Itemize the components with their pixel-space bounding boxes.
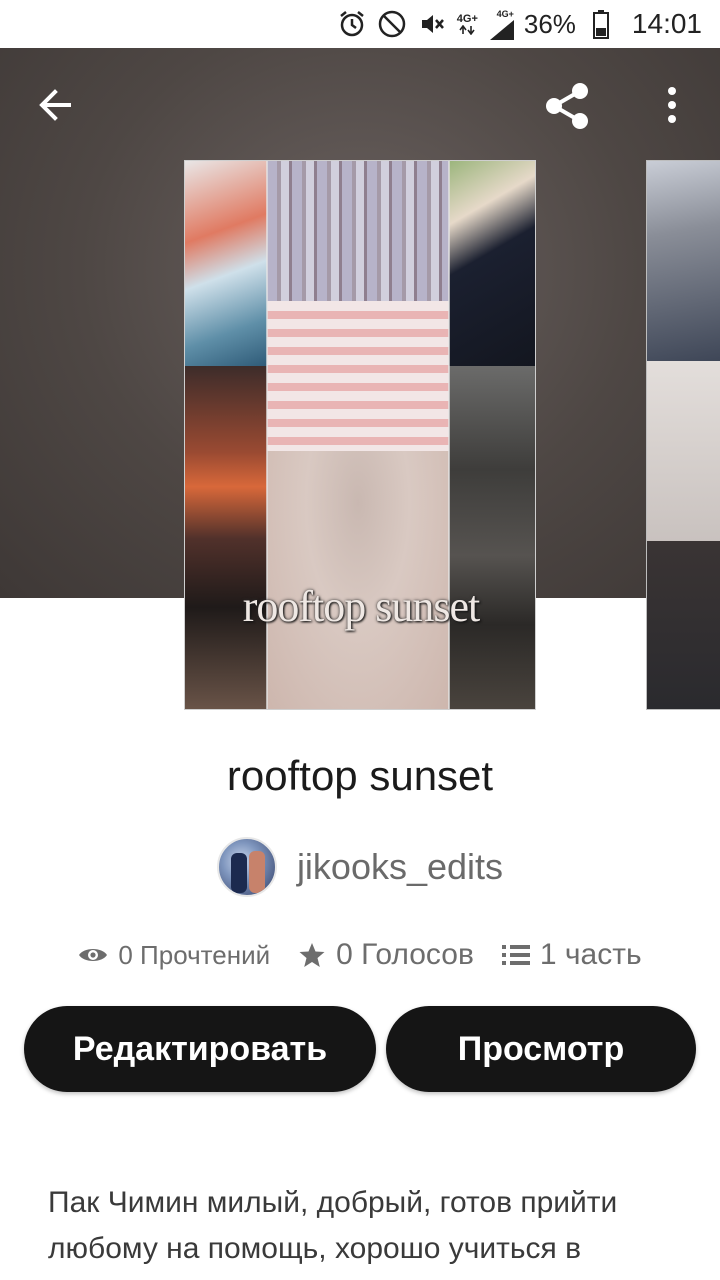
cover-tile [449,366,535,709]
reads-stat: 0 Прочтений [78,940,270,971]
cover-tile [647,161,720,361]
votes-stat: 0 Голосов [298,938,474,972]
network-label-1: 4G+ [456,12,478,25]
share-icon [546,83,588,129]
top-bar [0,72,720,136]
vibrate-off-icon [417,9,447,39]
story-details-screen: 4G+ 4G+ 36% 14:01 rooftop sunset rooftop… [0,0,720,1280]
parts-count[interactable]: 1 часть [540,938,642,972]
preview-button[interactable]: Просмотр [386,1006,696,1092]
cover-tile [185,366,267,709]
story-cover[interactable]: rooftop sunset [184,160,536,710]
story-title: rooftop sunset [226,752,494,799]
eye-icon [79,949,108,961]
parts-stat[interactable]: 1 часть [501,938,642,972]
alarm-icon [337,9,367,39]
cover-tile [185,161,267,366]
do-not-disturb-icon [377,9,407,39]
cover-title-text: rooftop sunset [242,582,481,631]
story-stats: 0 Прочтений 0 Голосов 1 часть [0,930,720,980]
reads-count: 0 Прочтений [118,939,271,970]
signal-icon [489,19,514,40]
cover-tile [267,301,449,451]
next-story-cover[interactable] [646,160,720,710]
signal-indicator: 4G+ [488,9,514,40]
battery-percent: 36% [523,8,576,39]
star-icon [299,943,325,967]
edit-button[interactable]: Редактировать [24,1006,376,1092]
cover-tile [267,161,449,301]
network-label-2: 4G+ [496,8,514,19]
clock: 14:01 [631,8,702,39]
data-arrows-icon [459,24,475,35]
story-description: Пак Чимин милый, добрый, готов прийти лю… [48,1186,618,1265]
votes-count: 0 Голосов [336,938,474,971]
back-button[interactable] [30,80,80,130]
network-indicator: 4G+ [456,12,478,35]
list-icon [501,945,530,965]
status-bar: 4G+ 4G+ 36% 14:01 [0,0,720,48]
cover-tile [647,541,720,709]
cover-tile [647,361,720,541]
more-vertical-icon [668,87,676,123]
author-name[interactable]: jikooks_edits [297,846,503,888]
cover-tile [449,161,535,366]
battery-icon [586,9,616,39]
arrow-left-icon [39,89,71,121]
share-button[interactable] [540,78,596,134]
author-avatar[interactable] [216,837,277,897]
more-options-button[interactable] [650,80,694,130]
author-link[interactable]: jikooks_edits [0,836,720,898]
